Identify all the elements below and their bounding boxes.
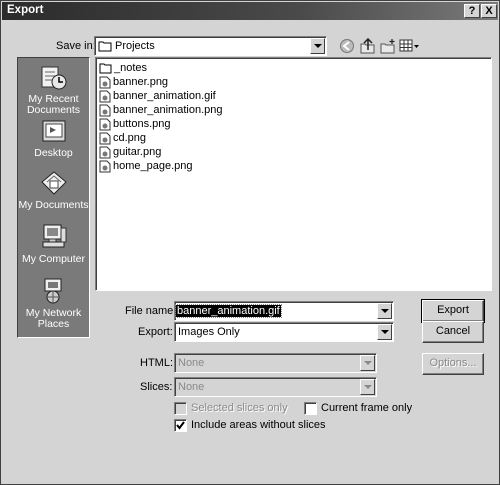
image-file-icon [99, 118, 111, 131]
new-folder-icon[interactable] [379, 38, 397, 54]
list-item[interactable]: guitar.png [99, 146, 161, 159]
view-menu-icon[interactable] [399, 38, 419, 54]
html-value: None [178, 357, 205, 369]
html-dropdown[interactable]: None [174, 353, 377, 373]
list-item[interactable]: banner_animation.gif [99, 90, 216, 103]
image-file-icon [99, 146, 111, 159]
export-type-value: Images Only [178, 326, 240, 338]
chevron-down-icon[interactable] [310, 38, 325, 54]
list-item[interactable]: cd.png [99, 132, 146, 145]
image-file-icon [99, 132, 111, 145]
place-desktop[interactable]: Desktop [18, 118, 89, 159]
selected-slices-only-label: Selected slices only [191, 402, 288, 414]
include-areas-checkbox[interactable] [174, 419, 187, 432]
list-item-folder[interactable]: _notes [99, 62, 147, 75]
save-in-value: Projects [115, 40, 155, 52]
folder-icon [98, 41, 112, 52]
up-folder-icon[interactable] [359, 38, 377, 54]
include-areas-label: Include areas without slices [191, 419, 326, 431]
html-label: HTML: [140, 357, 173, 369]
desktop-icon [42, 120, 65, 142]
place-label: My Documents [18, 199, 89, 211]
chevron-down-icon[interactable] [360, 355, 375, 371]
export-type-dropdown[interactable]: Images Only [174, 322, 394, 342]
slices-value: None [178, 381, 205, 393]
slices-label: Slices: [140, 381, 173, 393]
list-item[interactable]: home_page.png [99, 160, 193, 173]
selected-slices-only-checkbox[interactable] [174, 402, 187, 415]
export-dialog: Export ? X Save in: Projects My Recent D… [0, 0, 500, 485]
place-recent-documents[interactable]: My Recent Documents [18, 64, 89, 116]
network-places-icon [44, 278, 61, 304]
image-file-icon [99, 104, 111, 117]
close-button[interactable]: X [481, 4, 497, 18]
list-item[interactable]: banner.png [99, 76, 168, 89]
my-documents-icon [40, 171, 67, 195]
list-item[interactable]: banner_animation.png [99, 104, 222, 117]
slices-dropdown[interactable]: None [174, 377, 377, 397]
file-name-label: File name: [125, 305, 177, 317]
current-frame-only-checkbox[interactable] [304, 402, 317, 415]
place-network-places[interactable]: My Network Places [18, 276, 89, 330]
chevron-down-icon[interactable] [377, 303, 392, 319]
file-list[interactable]: _notes banner.png banner_animation.gif b… [95, 57, 492, 291]
export-type-label: Export: [138, 326, 173, 338]
my-computer-icon [42, 224, 66, 248]
file-name-field[interactable]: banner_animation.gif [174, 301, 394, 321]
folder-icon [99, 63, 112, 74]
image-file-icon [99, 160, 111, 173]
window-title: Export [7, 4, 44, 16]
recent-documents-icon [41, 66, 66, 90]
options-button[interactable]: Options... [422, 353, 484, 375]
list-item[interactable]: buttons.png [99, 118, 171, 131]
save-in-label: Save in: [56, 40, 96, 52]
places-bar: My Recent Documents Desktop My Documents [17, 57, 90, 338]
place-my-documents[interactable]: My Documents [18, 168, 89, 211]
current-frame-only-label: Current frame only [321, 402, 413, 414]
cancel-button[interactable]: Cancel [422, 321, 484, 343]
image-file-icon [99, 90, 111, 103]
back-icon[interactable] [339, 38, 355, 54]
export-button[interactable]: Export [421, 299, 485, 323]
checkmark-icon [176, 421, 185, 430]
chevron-down-icon[interactable] [360, 379, 375, 395]
title-bar[interactable]: Export ? X [2, 2, 498, 20]
image-file-icon [99, 76, 111, 89]
chevron-down-icon[interactable] [377, 324, 392, 340]
place-label: My Computer [21, 253, 85, 265]
help-button[interactable]: ? [464, 4, 480, 18]
file-name-value: banner_animation.gif [175, 304, 282, 318]
save-in-dropdown[interactable]: Projects [94, 36, 327, 56]
place-label: My Recent Documents [26, 93, 81, 116]
place-label: Desktop [34, 147, 73, 159]
place-label: My Network Places [25, 307, 82, 330]
place-my-computer[interactable]: My Computer [18, 222, 89, 265]
